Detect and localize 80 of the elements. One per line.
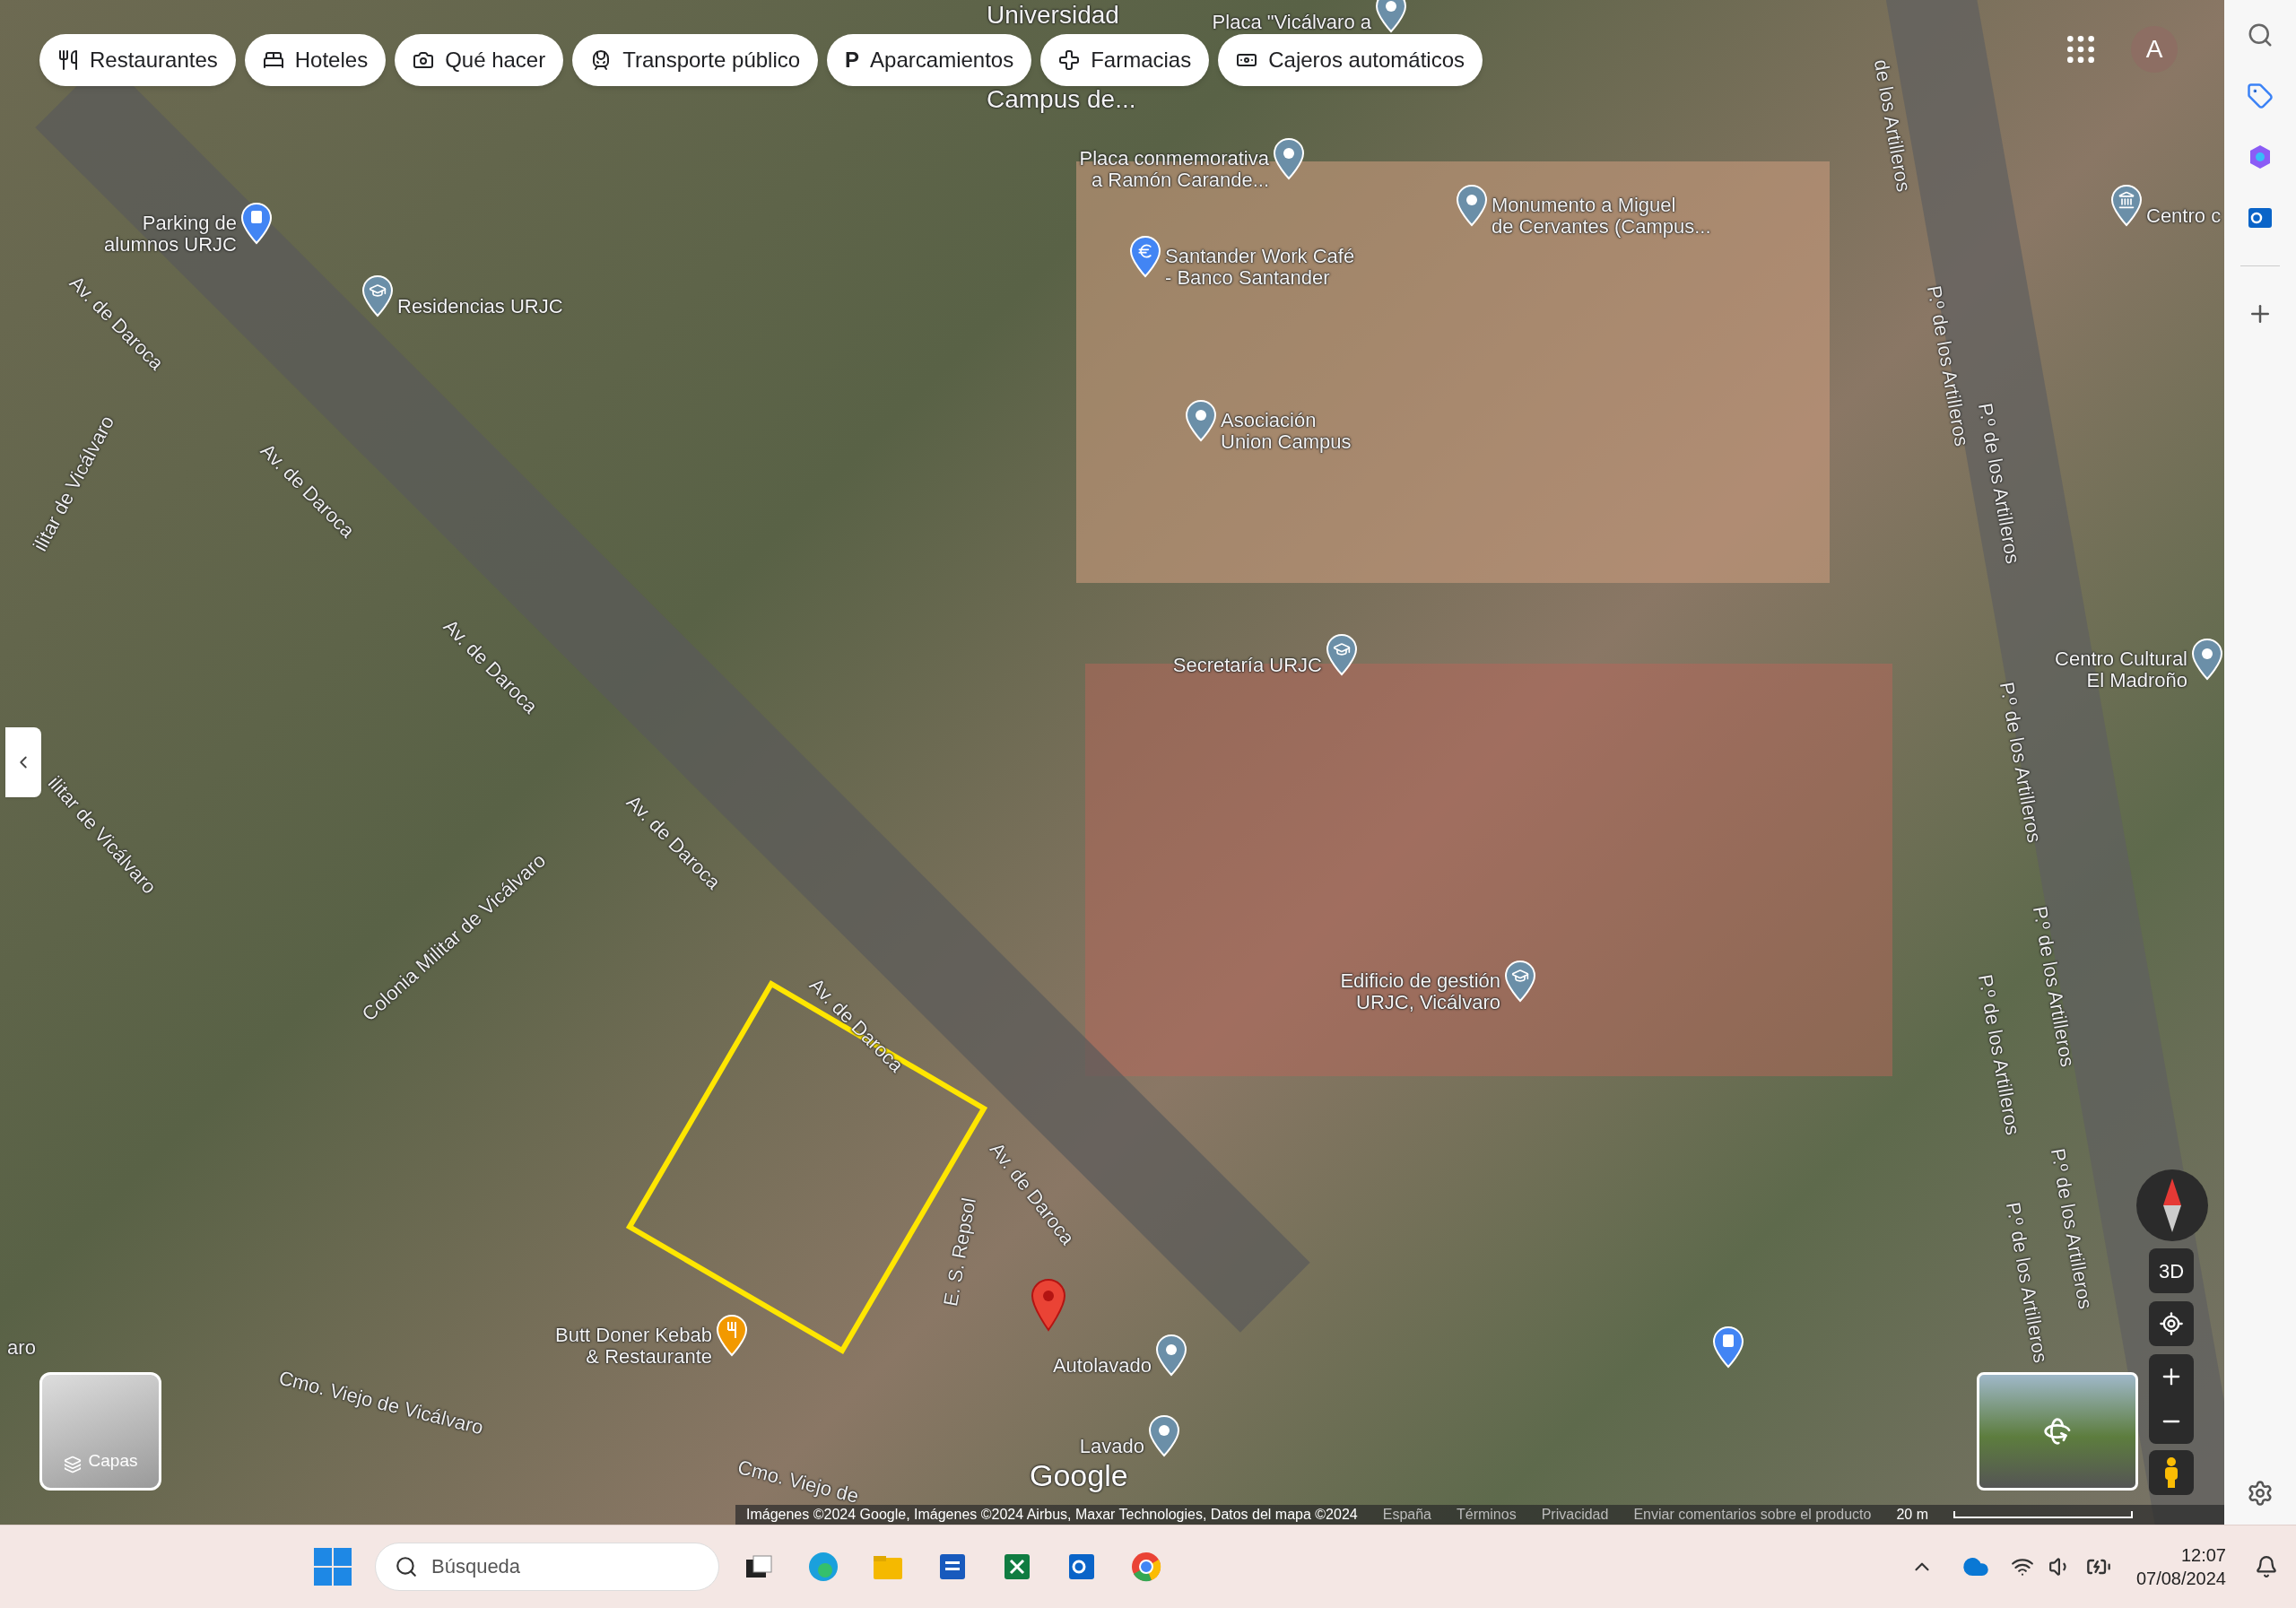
category-chip[interactable]: Hoteles: [244, 34, 387, 86]
google-logo: Google: [1030, 1457, 1128, 1494]
street-label: P.º de los Artilleros: [1972, 400, 2026, 567]
category-chip[interactable]: Transporte público: [572, 34, 819, 86]
parking-icon: P: [845, 44, 860, 76]
scale-label: 20 m: [1896, 1506, 1928, 1524]
map-pin-icon[interactable]: [1148, 1414, 1180, 1457]
pegman-icon: [2162, 1457, 2180, 1488]
notification-bell-icon[interactable]: [2255, 1555, 2278, 1578]
clock-date: 07/08/2024: [2135, 1568, 2226, 1590]
place-label[interactable]: Universidad: [987, 2, 1119, 29]
parking-pin-icon[interactable]: [240, 202, 273, 245]
map-pin-icon[interactable]: [1273, 137, 1305, 180]
search-icon: [395, 1555, 418, 1578]
street-label: P.º de los Artilleros: [1972, 971, 2026, 1138]
map-pin-icon[interactable]: [1326, 633, 1358, 676]
map-pin-icon[interactable]: [361, 274, 394, 317]
camera-icon: [413, 49, 435, 71]
street-label: Cmo. Viejo de Vicálvaro: [275, 1365, 487, 1441]
footer-link[interactable]: España: [1382, 1504, 1431, 1525]
place-label[interactable]: Santander Work Café - Banco Santander: [1165, 246, 1355, 289]
attribution-text: Imágenes ©2024 Google, Imágenes ©2024 Airbus, Maxar Technologies, Datos del mapa ©2024: [746, 1506, 1358, 1524]
place-label[interactable]: Placa conmemorativa a Ramón Carande...: [1079, 148, 1269, 191]
place-label[interactable]: Edificio de gestión URJC, Vicálvaro: [1340, 970, 1500, 1013]
street-label: de los Artilleros: [1868, 56, 1917, 195]
place-label[interactable]: Secretaría URJC: [1172, 655, 1322, 676]
restaurant-pin-icon[interactable]: [716, 1314, 748, 1357]
street-label: Cmo. Viejo de: [735, 1455, 862, 1508]
street-label: P.º de los Artilleros: [1921, 282, 1975, 449]
map-pin-icon[interactable]: [1185, 399, 1217, 442]
clock[interactable]: 12:07 07/08/2024: [2135, 1543, 2226, 1590]
map-pin-icon[interactable]: [1129, 235, 1161, 278]
place-label[interactable]: Placa "Vicálvaro a: [1212, 12, 1371, 33]
street-label: aro: [7, 1334, 36, 1360]
layers-icon: [63, 1456, 82, 1473]
street-view-thumbnail[interactable]: [1977, 1372, 2138, 1491]
place-label[interactable]: Monumento a Miguel de Cervantes (Campus...: [1492, 195, 1711, 238]
search-icon[interactable]: [2247, 22, 2274, 48]
satellite-map[interactable]: [0, 0, 2224, 1525]
pharmacy-cross-icon: [1058, 49, 1081, 71]
compass-needle-icon: [2161, 1178, 2183, 1232]
settings-icon[interactable]: [2247, 1480, 2274, 1507]
map-pin-icon[interactable]: [1155, 1334, 1187, 1377]
map-pin-icon[interactable]: [1504, 960, 1536, 1003]
windows-logo-icon[interactable]: [314, 1548, 352, 1586]
my-location-button[interactable]: [2149, 1301, 2194, 1346]
street-label: P.º de los Artilleros: [2027, 903, 2081, 1070]
category-chip[interactable]: P Aparcamientos: [827, 34, 1032, 86]
place-label[interactable]: Autolavado: [1052, 1355, 1152, 1377]
footer-link[interactable]: Enviar comentarios sobre el producto: [1633, 1504, 1872, 1525]
avatar[interactable]: A: [2131, 26, 2178, 73]
footer-link[interactable]: Términos: [1457, 1504, 1517, 1525]
place-label[interactable]: Asociación Union Campus: [1221, 410, 1352, 453]
rotate-icon: [2043, 1417, 2072, 1446]
place-label[interactable]: Campus de...: [987, 86, 1136, 113]
place-label[interactable]: Residencias URJC: [397, 296, 563, 317]
3d-view-button[interactable]: 3D: [2149, 1248, 2194, 1293]
taskbar-search-field[interactable]: Búsqueda: [375, 1543, 719, 1591]
place-label[interactable]: Butt Doner Kebab & Restaurante: [555, 1325, 712, 1368]
street-label: E. S. Repsol: [938, 1195, 981, 1309]
map-pin-icon[interactable]: [1375, 0, 1407, 33]
crosshair-icon: [2159, 1311, 2184, 1336]
place-label[interactable]: Lavado: [1079, 1436, 1144, 1457]
place-label[interactable]: Centro c: [2146, 205, 2222, 227]
category-chip[interactable]: Farmacias: [1040, 34, 1210, 86]
parking-pin-icon[interactable]: [1712, 1326, 1744, 1369]
map-pin-icon[interactable]: [2191, 638, 2223, 681]
category-chip[interactable]: Restaurantes: [39, 34, 236, 86]
category-chip[interactable]: Qué hacer: [395, 34, 564, 86]
place-label[interactable]: Centro Cultural El Madroño: [2055, 648, 2187, 691]
category-chip[interactable]: Cajeros automáticos: [1218, 34, 1483, 86]
utensils-icon: [57, 49, 79, 71]
clock-time: 12:07: [2180, 1544, 2226, 1567]
footer-link[interactable]: Privacidad: [1541, 1504, 1609, 1525]
street-label: P.º de los Artilleros: [1994, 679, 2048, 846]
pegman-button[interactable]: [2149, 1450, 2194, 1495]
tag-icon[interactable]: [2247, 83, 2274, 109]
bed-icon: [262, 49, 284, 71]
map-pin-icon[interactable]: [1456, 184, 1488, 227]
place-label[interactable]: Parking de alumnos URJC: [104, 213, 237, 256]
